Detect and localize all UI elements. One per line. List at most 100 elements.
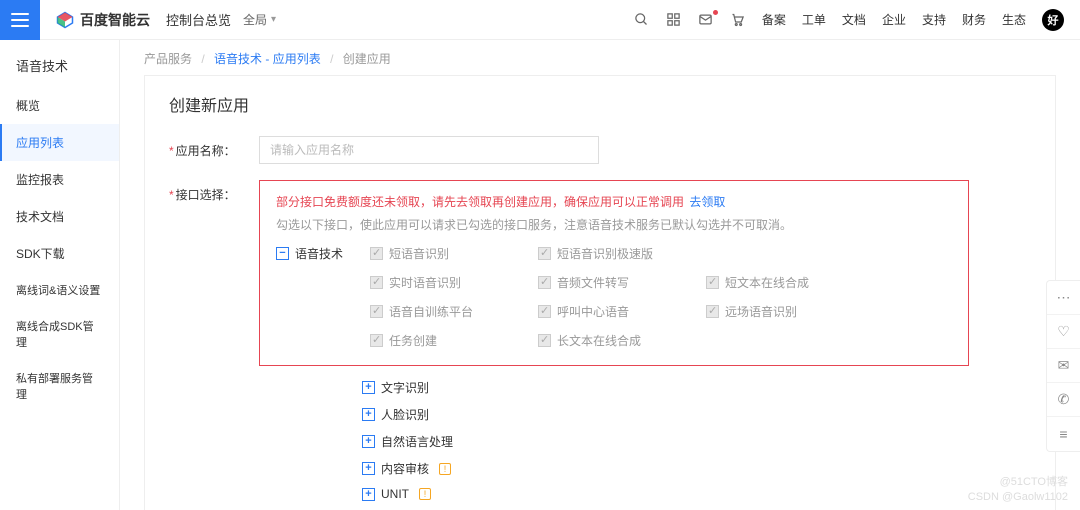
float-chat-icon[interactable]: ✉ bbox=[1047, 349, 1080, 383]
chk-5-box[interactable] bbox=[370, 305, 383, 318]
chk-3-box[interactable] bbox=[538, 276, 551, 289]
top-header: 百度智能云 控制台总览 全局 ▾ 备案 工单 文档 企业 支持 财务 生态 好 bbox=[0, 0, 1080, 40]
nav-enterprise[interactable]: 企业 bbox=[882, 11, 906, 28]
interface-warning-box: 部分接口免费额度还未领取，请先去领取再创建应用，确保应用可以正常调用 去领取 勾… bbox=[259, 180, 969, 366]
chk-4: 短文本在线合成 bbox=[706, 274, 866, 291]
crumb-current: 创建应用 bbox=[343, 52, 391, 66]
float-list-icon[interactable]: ≡ bbox=[1047, 417, 1080, 451]
plus-icon: + bbox=[362, 381, 375, 394]
plus-icon: + bbox=[362, 488, 375, 501]
scope-label: 全局 bbox=[243, 11, 267, 28]
nav-docs[interactable]: 文档 bbox=[842, 11, 866, 28]
tree-item-0[interactable]: + 文字识别 bbox=[362, 374, 1031, 401]
crumb-parent[interactable]: 语音技术 - 应用列表 bbox=[214, 52, 321, 66]
chk-8: 任务创建 bbox=[370, 332, 530, 349]
console-title: 控制台总览 bbox=[166, 10, 231, 29]
chk-1: 短语音识别极速版 bbox=[538, 245, 698, 262]
tree-item-label: 人脸识别 bbox=[381, 406, 429, 423]
main-content: 产品服务 / 语音技术 - 应用列表 / 创建应用 创建新应用 *应用名称： *… bbox=[120, 40, 1080, 510]
nav-beian[interactable]: 备案 bbox=[762, 11, 786, 28]
chk-6-box[interactable] bbox=[538, 305, 551, 318]
apps-icon[interactable] bbox=[666, 12, 682, 28]
chk-1-box[interactable] bbox=[538, 247, 551, 260]
plus-icon: + bbox=[362, 462, 375, 475]
cart-icon[interactable] bbox=[730, 12, 746, 28]
sidebar-item-offline-sdk[interactable]: 离线合成SDK管理 bbox=[0, 308, 119, 360]
sidebar-item-docs[interactable]: 技术文档 bbox=[0, 198, 119, 235]
chk-3: 音频文件转写 bbox=[538, 274, 698, 291]
brand-logo[interactable]: 百度智能云 bbox=[56, 10, 150, 30]
message-icon[interactable] bbox=[698, 12, 714, 28]
minus-icon: − bbox=[276, 247, 289, 260]
breadcrumb: 产品服务 / 语音技术 - 应用列表 / 创建应用 bbox=[144, 50, 1056, 67]
crumb-root[interactable]: 产品服务 bbox=[144, 52, 192, 66]
float-heart-icon[interactable]: ♡ bbox=[1047, 315, 1080, 349]
nav-finance[interactable]: 财务 bbox=[962, 11, 986, 28]
chk-7: 远场语音识别 bbox=[706, 303, 866, 320]
nav-ecosystem[interactable]: 生态 bbox=[1002, 11, 1026, 28]
chk-2: 实时语音识别 bbox=[370, 274, 530, 291]
chk-4-box[interactable] bbox=[706, 276, 719, 289]
tree-item-1[interactable]: + 人脸识别 bbox=[362, 401, 1031, 428]
sidebar-item-apps[interactable]: 应用列表 bbox=[0, 124, 119, 161]
plus-icon: + bbox=[362, 408, 375, 421]
chk-6: 呼叫中心语音 bbox=[538, 303, 698, 320]
hamburger-button[interactable] bbox=[0, 0, 40, 40]
chk-9-box[interactable] bbox=[538, 334, 551, 347]
brand-name: 百度智能云 bbox=[80, 10, 150, 30]
chk-0: 短语音识别 bbox=[370, 245, 530, 262]
sidebar-title: 语音技术 bbox=[0, 48, 119, 87]
float-more-icon[interactable]: ⋯ bbox=[1047, 281, 1080, 315]
search-icon[interactable] bbox=[634, 12, 650, 28]
row-app-name: *应用名称： bbox=[169, 136, 1031, 164]
sidebar-item-private-deploy[interactable]: 私有部署服务管理 bbox=[0, 360, 119, 412]
body: 语音技术 概览 应用列表 监控报表 技术文档 SDK下载 离线词&语义设置 离线… bbox=[0, 40, 1080, 510]
input-app-name[interactable] bbox=[259, 136, 599, 164]
float-phone-icon[interactable]: ✆ bbox=[1047, 383, 1080, 417]
warning-line: 部分接口免费额度还未领取，请先去领取再创建应用，确保应用可以正常调用 去领取 bbox=[276, 193, 952, 210]
claim-link[interactable]: 去领取 bbox=[689, 195, 725, 209]
label-app-name: *应用名称： bbox=[169, 136, 259, 159]
tree-item-label: UNIT bbox=[381, 487, 409, 501]
chk-7-box[interactable] bbox=[706, 305, 719, 318]
chevron-down-icon: ▾ bbox=[271, 14, 276, 25]
nav-ticket[interactable]: 工单 bbox=[802, 11, 826, 28]
group-label: 语音技术 bbox=[295, 245, 343, 262]
tree-item-2[interactable]: + 自然语言处理 bbox=[362, 428, 1031, 455]
tree-item-label: 内容审核 bbox=[381, 460, 429, 477]
plus-icon: + bbox=[362, 435, 375, 448]
tree-item-label: 自然语言处理 bbox=[381, 433, 453, 450]
header-actions: 备案 工单 文档 企业 支持 财务 生态 好 bbox=[634, 9, 1080, 31]
warning-sub: 勾选以下接口，使此应用可以请求已勾选的接口服务，注意语音技术服务已默认勾选并不可… bbox=[276, 216, 952, 233]
sidebar-item-overview[interactable]: 概览 bbox=[0, 87, 119, 124]
tree-item-4[interactable]: + UNIT! bbox=[362, 482, 1031, 506]
sidebar: 语音技术 概览 应用列表 监控报表 技术文档 SDK下载 离线词&语义设置 离线… bbox=[0, 40, 120, 510]
row-interface: *接口选择： 部分接口免费额度还未领取，请先去领取再创建应用，确保应用可以正常调… bbox=[169, 180, 1031, 510]
chk-0-box[interactable] bbox=[370, 247, 383, 260]
tree-item-3[interactable]: + 内容审核! bbox=[362, 455, 1031, 482]
logo-icon bbox=[56, 11, 74, 29]
warning-badge-icon: ! bbox=[419, 488, 431, 500]
card-title: 创建新应用 bbox=[169, 92, 1031, 116]
warning-badge-icon: ! bbox=[439, 463, 451, 475]
tree-item-5[interactable]: +知识图谱 bbox=[362, 506, 1031, 510]
nav-support[interactable]: 支持 bbox=[922, 11, 946, 28]
label-interface: *接口选择： bbox=[169, 180, 259, 203]
warning-text: 部分接口免费额度还未领取，请先去领取再创建应用，确保应用可以正常调用 bbox=[276, 195, 684, 209]
scope-selector[interactable]: 全局 ▾ bbox=[243, 11, 276, 28]
group-toggle-speech[interactable]: − 语音技术 bbox=[276, 245, 358, 262]
floating-toolbar: ⋯ ♡ ✉ ✆ ≡ bbox=[1046, 280, 1080, 452]
chk-2-box[interactable] bbox=[370, 276, 383, 289]
create-app-card: 创建新应用 *应用名称： *接口选择： 部分接口免费额度还未领取，请先去领取再创… bbox=[144, 75, 1056, 510]
sidebar-item-offline-words[interactable]: 离线词&语义设置 bbox=[0, 272, 119, 308]
chk-9: 长文本在线合成 bbox=[538, 332, 698, 349]
tree-item-label: 文字识别 bbox=[381, 379, 429, 396]
sidebar-item-sdk[interactable]: SDK下载 bbox=[0, 235, 119, 272]
other-categories: +文字识别+人脸识别+自然语言处理+内容审核!+UNIT!+知识图谱+图像识别!… bbox=[362, 374, 1031, 510]
speech-group: − 语音技术 短语音识别 短语音识别极速版 实时语音识别 音频文件转写 短文本在… bbox=[276, 245, 952, 349]
chk-5: 语音自训练平台 bbox=[370, 303, 530, 320]
sidebar-item-monitor[interactable]: 监控报表 bbox=[0, 161, 119, 198]
avatar[interactable]: 好 bbox=[1042, 9, 1064, 31]
hamburger-icon bbox=[11, 13, 29, 27]
chk-8-box[interactable] bbox=[370, 334, 383, 347]
